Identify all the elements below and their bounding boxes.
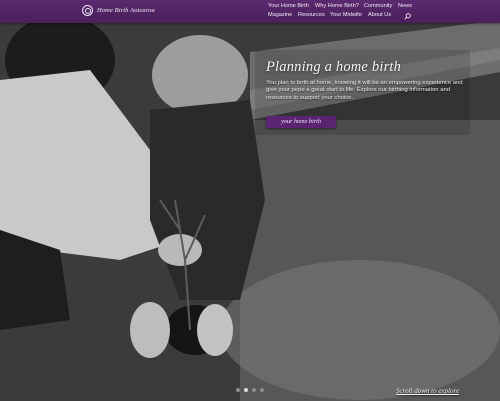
hero-photo-illustration [0, 0, 500, 401]
nav-link-magazine[interactable]: Magazine [268, 12, 292, 18]
spiral-logo-icon [82, 5, 93, 16]
carousel-dot-2-active[interactable] [244, 388, 248, 392]
carousel-dot-3[interactable] [252, 388, 256, 392]
nav-link-about-us[interactable]: About Us [368, 12, 391, 18]
scroll-down-link[interactable]: Scroll down to explore [396, 387, 459, 395]
carousel-dot-4[interactable] [260, 388, 264, 392]
nav-link-resources[interactable]: Resources [298, 12, 325, 18]
top-navigation-bar: Home Birth Aotearoa Your Home Birth Why … [0, 0, 500, 23]
site-name: Home Birth Aotearoa [97, 7, 155, 14]
carousel-indicators [236, 388, 264, 392]
hero-title: Planning a home birth [266, 59, 402, 75]
hero-description: You plan to birth at home, knowing it wi… [266, 80, 463, 101]
site-logo[interactable]: Home Birth Aotearoa [82, 5, 155, 16]
search-icon[interactable] [404, 13, 411, 20]
hero-background-photo [0, 0, 500, 401]
nav-link-why-home-birth[interactable]: Why Home Birth? [315, 3, 359, 9]
nav-link-your-home-birth[interactable]: Your Home Birth [268, 3, 309, 9]
carousel-dot-1[interactable] [236, 388, 240, 392]
nav-link-your-midwife[interactable]: Your Midwife [330, 12, 362, 18]
nav-link-news[interactable]: News [398, 3, 412, 9]
nav-link-community[interactable]: Community [364, 3, 392, 9]
your-home-birth-button[interactable]: your home birth [266, 116, 336, 128]
